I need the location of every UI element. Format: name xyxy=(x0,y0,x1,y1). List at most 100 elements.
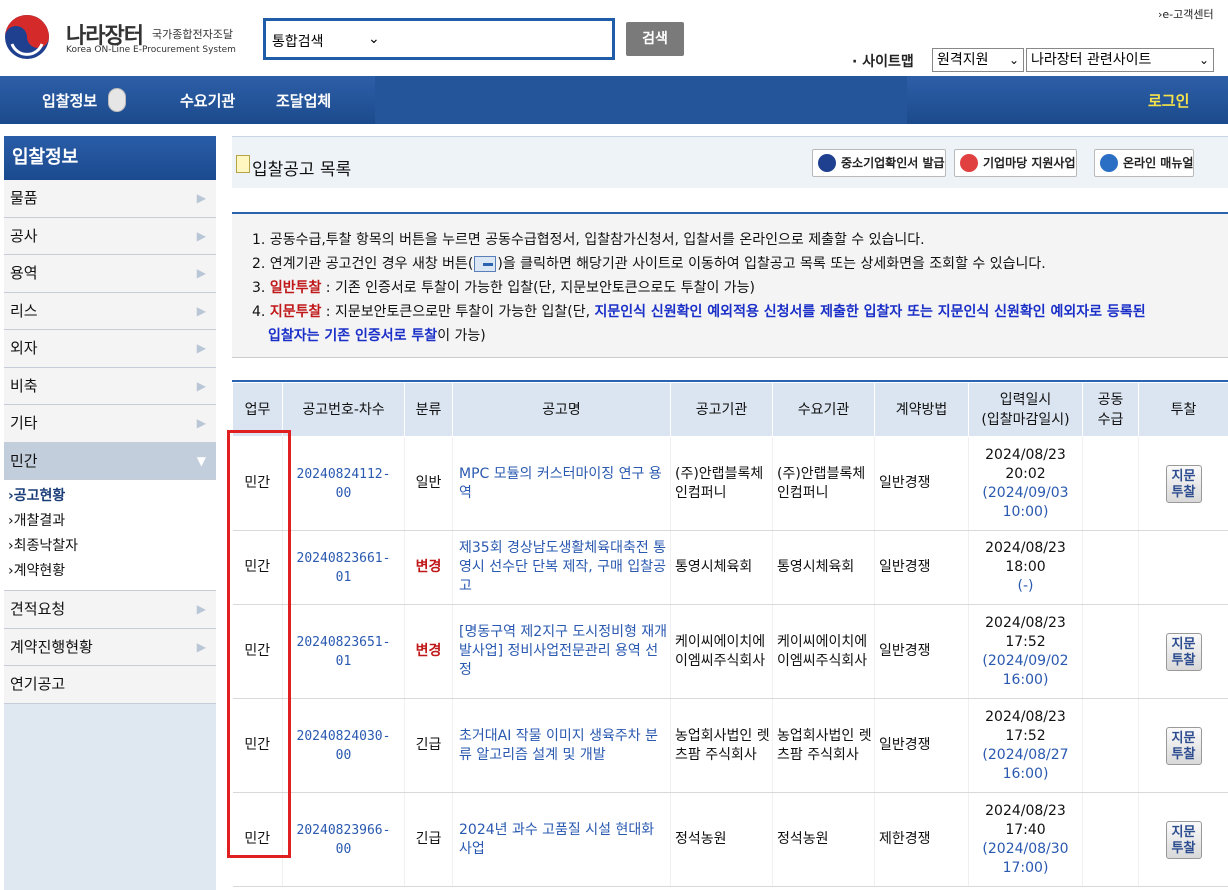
cell-bid: 지문 투찰 xyxy=(1138,436,1228,531)
sidebar-item-label: 견적요청 xyxy=(10,600,66,618)
nav-item-demand-agency[interactable]: 수요기관 xyxy=(180,90,235,111)
sidebar-item-postponed-notice[interactable]: 연기공고 xyxy=(4,666,216,704)
cell-business-type: 민간 xyxy=(232,698,283,793)
sme-certificate-label: 중소기업확인서 발급 xyxy=(841,156,945,170)
deadline-time: 10:00) xyxy=(1002,503,1049,520)
chevron-right-icon: ▶ xyxy=(196,266,206,280)
business-support-label: 기업마당 지원사업 xyxy=(983,156,1076,170)
remote-support-select[interactable]: 원격지원 ⌄ xyxy=(932,48,1024,72)
input-date: 2024/08/23 xyxy=(985,540,1066,556)
cell-input-datetime: 2024/08/23 17:40 (2024/08/30 17:00) xyxy=(968,792,1083,887)
cell-input-datetime: 2024/08/23 17:52 (2024/09/02 16:00) xyxy=(968,604,1083,699)
sidebar-item-lease[interactable]: 리스 ▶ xyxy=(4,292,216,330)
input-time: 17:40 xyxy=(1005,821,1046,838)
notice-box: 1. 공동수급,투찰 항목의 버튼을 누르면 공동수급협정서, 입찰참가신청서,… xyxy=(232,214,1228,358)
e-customer-center-link[interactable]: ›e-고객센터 xyxy=(1158,6,1214,22)
input-time: 17:52 xyxy=(1005,727,1046,744)
cell-notice-number[interactable]: 20240823966- 00 xyxy=(282,792,405,887)
input-time: 18:00 xyxy=(1005,559,1046,575)
nav-background-band xyxy=(375,76,907,124)
cell-notice-title[interactable]: 제35회 경상남도생활체육대축전 통영시 선수단 단복 제작, 구매 입찰공고 xyxy=(452,530,671,605)
deadline-date: (2024/08/27 xyxy=(982,746,1069,763)
table-row[interactable]: 민간 20240823651- 01 변경 [명동구역 제2지구 도시정비형 재개발사업… xyxy=(232,604,1228,699)
site-logo[interactable]: 나라장터 국가종합전자조달 Korea ON-Line E-Procuremen… xyxy=(4,14,254,62)
cell-notice-number[interactable]: 20240824030- 00 xyxy=(282,698,405,793)
column-header: 수요기관 xyxy=(772,382,875,437)
column-header: 공고번호-차수 xyxy=(282,382,405,437)
cell-notice-agency: 농업회사법인 렛츠팜 주식회사 xyxy=(670,698,773,793)
sidebar-item-goods[interactable]: 물품 ▶ xyxy=(4,180,216,218)
login-link[interactable]: 로그인 xyxy=(1148,90,1189,111)
memo-icon xyxy=(236,155,250,173)
notice-line-3-rest: : 기존 인증서로 투찰이 가능한 입찰(단, 지문보안토큰으로도 투찰이 가능… xyxy=(321,280,756,296)
sidebar-item-private[interactable]: 민간 ▼ xyxy=(4,442,216,480)
notice-number-main[interactable]: 20240823661- xyxy=(297,551,391,566)
search-type-select[interactable]: 통합검색 ⌄ xyxy=(272,31,380,51)
cell-notice-title[interactable]: [명동구역 제2지구 도시정비형 재개발사업] 정비사업전문관리 용역 선정 xyxy=(452,604,671,699)
table-body: 민간 20240824112- 00 일반 MPC 모듈의 커스터마이징 연구 용역 (주… xyxy=(232,436,1228,887)
search-box[interactable]: 통합검색 ⌄ xyxy=(263,18,615,60)
sidebar-title: 입찰정보 xyxy=(4,136,216,180)
notice-number-main[interactable]: 20240824030- xyxy=(297,729,391,744)
business-support-button[interactable]: 기업마당 지원사업 xyxy=(954,149,1077,177)
fingerprint-bid-button[interactable]: 지문 투찰 xyxy=(1165,820,1202,859)
sidebar-item-contract-progress[interactable]: 계약진행현황 ▶ xyxy=(4,628,216,666)
cell-joint-supply xyxy=(1082,530,1139,605)
table-row[interactable]: 민간 20240824112- 00 일반 MPC 모듈의 커스터마이징 연구 용역 (주… xyxy=(232,436,1228,531)
related-sites-select[interactable]: 나라장터 관련사이트 ⌄ xyxy=(1026,48,1214,72)
title-bar: 입찰공고 목록 중소기업확인서 발급 기업마당 지원사업 온라인 매뉴얼 xyxy=(232,136,1228,188)
chevron-down-icon: ⌄ xyxy=(1198,53,1209,67)
sidebar-sub-item-contract-status[interactable]: ›계약현황 xyxy=(4,559,216,584)
cell-notice-agency: (주)안랩블록체인컴퍼니 xyxy=(670,436,773,531)
nav-item-supplier[interactable]: 조달업체 xyxy=(276,90,331,111)
cell-joint-supply xyxy=(1082,604,1139,699)
table-row[interactable]: 민간 20240823661- 01 변경 제35회 경상남도생활체육대축전 통영시 선… xyxy=(232,530,1228,605)
cell-notice-number[interactable]: 20240823651- 01 xyxy=(282,604,405,699)
remote-support-value: 원격지원 xyxy=(937,52,989,68)
chevron-right-icon: ▶ xyxy=(196,191,206,205)
sidebar-item-stockpile[interactable]: 비축 ▶ xyxy=(4,367,216,405)
sidebar-item-construction[interactable]: 공사 ▶ xyxy=(4,217,216,255)
sme-certificate-button[interactable]: 중소기업확인서 발급 xyxy=(812,149,946,177)
cell-notice-title[interactable]: MPC 모듈의 커스터마이징 연구 용역 xyxy=(452,436,671,531)
search-button[interactable]: 검색 xyxy=(626,22,684,56)
cell-bid: 지문 투찰 xyxy=(1138,698,1228,793)
sidebar-item-label: 민간 xyxy=(10,451,38,470)
notice-number-seq: 00 xyxy=(335,747,352,763)
notice-number-main[interactable]: 20240824112- xyxy=(297,467,391,482)
fingerprint-bid-button[interactable]: 지문 투찰 xyxy=(1165,726,1202,765)
nav-item-bid-info[interactable]: 입찰정보 xyxy=(42,90,97,111)
notice-number-main[interactable]: 20240823651- xyxy=(297,635,391,650)
table-row[interactable]: 민간 20240823966- 00 긴급 2024년 과수 고품질 시설 현대화 사업… xyxy=(232,792,1228,887)
deadline-time: 16:00) xyxy=(1002,765,1049,782)
table-row[interactable]: 민간 20240824030- 00 긴급 초거대AI 작물 이미지 생육주차 분류 알… xyxy=(232,698,1228,793)
sidebar-sub-item-final-winner[interactable]: ›최종낙찰자 xyxy=(4,534,216,559)
bid-button-line1: 지문 xyxy=(1171,468,1196,484)
cell-notice-title[interactable]: 초거대AI 작물 이미지 생육주차 분류 알고리즘 설계 및 개발 xyxy=(452,698,671,793)
sidebar-item-foreign[interactable]: 외자 ▶ xyxy=(4,330,216,368)
sidebar-item-etc[interactable]: 기타 ▶ xyxy=(4,405,216,443)
input-date: 2024/08/23 xyxy=(985,446,1066,463)
sidebar-item-label: 비축 xyxy=(10,376,38,395)
bid-button-line2: 투찰 xyxy=(1171,840,1196,856)
logo-subtitle: 국가종합전자조달 xyxy=(152,28,233,41)
notice-line-2a: 2. 연계기관 공고건인 경우 새창 버튼( xyxy=(252,256,474,272)
sidebar-item-label: 물품 xyxy=(10,189,38,207)
input-time: 17:52 xyxy=(1005,633,1046,650)
cell-notice-number[interactable]: 20240823661- 01 xyxy=(282,530,405,605)
cell-notice-number[interactable]: 20240824112- 00 xyxy=(282,436,405,531)
sidebar-item-service[interactable]: 용역 ▶ xyxy=(4,255,216,293)
fingerprint-bid-button[interactable]: 지문 투찰 xyxy=(1165,464,1202,503)
fingerprint-bid-button[interactable]: 지문 투찰 xyxy=(1165,632,1202,671)
sidebar-sub-item-notice-status[interactable]: ›공고현황 xyxy=(4,484,216,509)
input-date: 2024/08/23 xyxy=(985,614,1066,631)
cell-contract-method: 일반경쟁 xyxy=(874,698,969,793)
sidebar-sub-item-opening-result[interactable]: ›개찰결과 xyxy=(4,509,216,534)
sidebar-sub-list: ›공고현황 ›개찰결과 ›최종낙찰자 ›계약현황 xyxy=(4,480,216,591)
cell-notice-title[interactable]: 2024년 과수 고품질 시설 현대화 사업 xyxy=(452,792,671,887)
sitemap-link[interactable]: · 사이트맵 xyxy=(852,51,914,71)
sidebar-item-quote-request[interactable]: 견적요청 ▶ xyxy=(4,591,216,629)
online-manual-button[interactable]: 온라인 매뉴얼 xyxy=(1094,149,1195,177)
notice-number-main[interactable]: 20240823966- xyxy=(297,823,391,838)
business-support-icon xyxy=(960,154,978,172)
